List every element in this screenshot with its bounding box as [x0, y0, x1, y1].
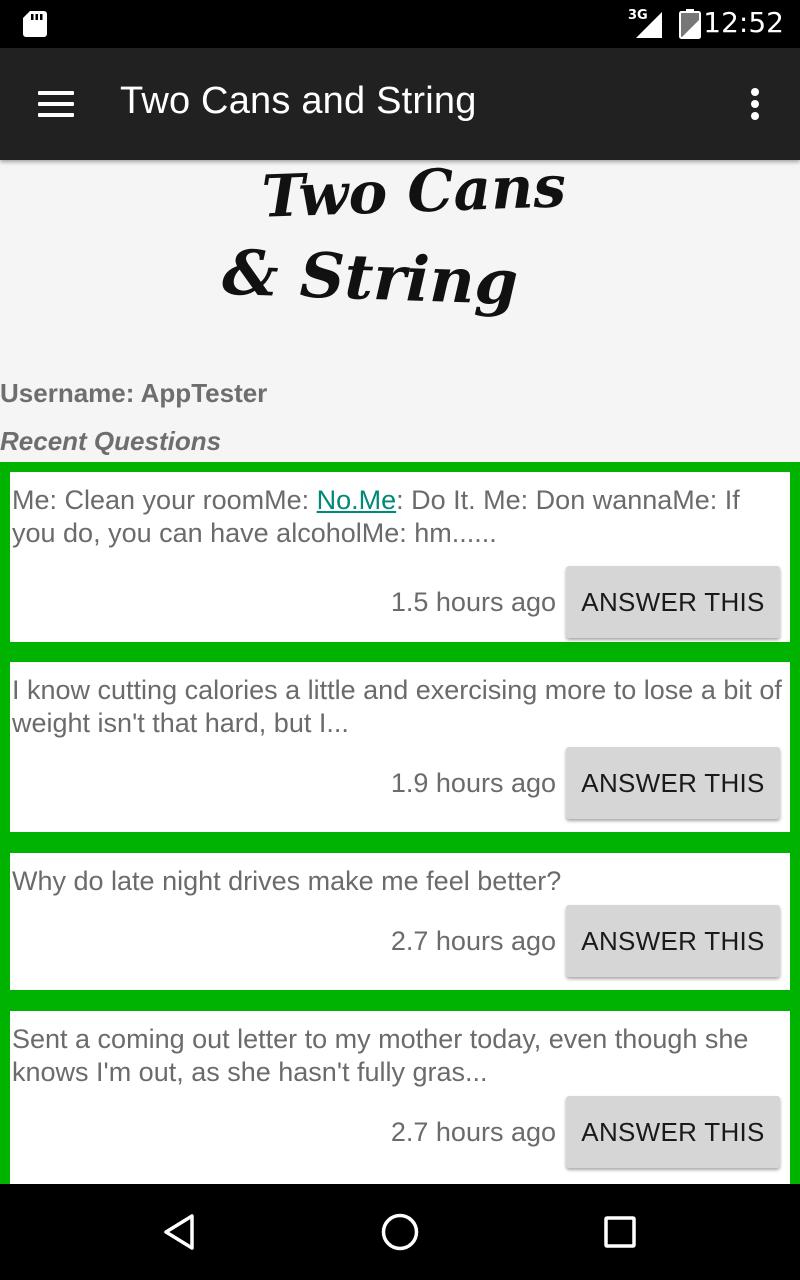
clock: 12:52 [703, 6, 784, 39]
username-label: Username: AppTester [0, 378, 268, 408]
question-text: Me: Clean your roomMe: No.Me: Do It. Me:… [12, 484, 788, 550]
question-text-part: Me: Clean your roomMe: [12, 485, 317, 515]
overflow-menu-icon[interactable] [740, 84, 770, 124]
answer-button[interactable]: ANSWER THIS [566, 1096, 780, 1168]
battery-icon [679, 9, 701, 39]
question-text: I know cutting calories a little and exe… [12, 675, 782, 738]
sd-card-icon [23, 11, 47, 37]
logo-line-1: Two Cans [261, 160, 567, 231]
navigation-bar [0, 1184, 800, 1280]
question-card[interactable]: Why do late night drives make me feel be… [10, 853, 790, 990]
question-list[interactable]: Me: Clean your roomMe: No.Me: Do It. Me:… [0, 462, 800, 1184]
question-link[interactable]: No.Me [317, 485, 397, 515]
signal-icon [636, 12, 662, 38]
recent-questions-heading: Recent Questions [0, 426, 222, 456]
question-card[interactable]: Me: Clean your roomMe: No.Me: Do It. Me:… [10, 472, 790, 642]
question-card[interactable]: Sent a coming out letter to my mother to… [10, 1011, 790, 1184]
question-time: 1.5 hours ago [390, 587, 556, 617]
status-bar: 3G 12:52 [0, 0, 800, 48]
logo-line-2: & String [221, 236, 519, 319]
question-time: 2.7 hours ago [390, 1117, 556, 1147]
menu-icon[interactable] [36, 87, 76, 121]
back-icon[interactable] [160, 1212, 200, 1252]
home-icon[interactable] [380, 1212, 420, 1252]
answer-button[interactable]: ANSWER THIS [566, 747, 780, 819]
app-bar: Two Cans and String [0, 48, 800, 160]
question-text: Sent a coming out letter to my mother to… [12, 1024, 749, 1087]
answer-button[interactable]: ANSWER THIS [566, 566, 780, 638]
app-title: Two Cans and String [120, 80, 477, 122]
answer-button[interactable]: ANSWER THIS [566, 905, 780, 977]
question-time: 2.7 hours ago [390, 926, 556, 956]
question-text: Why do late night drives make me feel be… [12, 866, 562, 896]
logo: Two Cans & String [221, 160, 567, 319]
question-card[interactable]: I know cutting calories a little and exe… [10, 662, 790, 832]
recents-icon[interactable] [600, 1212, 640, 1252]
question-time: 1.9 hours ago [390, 768, 556, 798]
